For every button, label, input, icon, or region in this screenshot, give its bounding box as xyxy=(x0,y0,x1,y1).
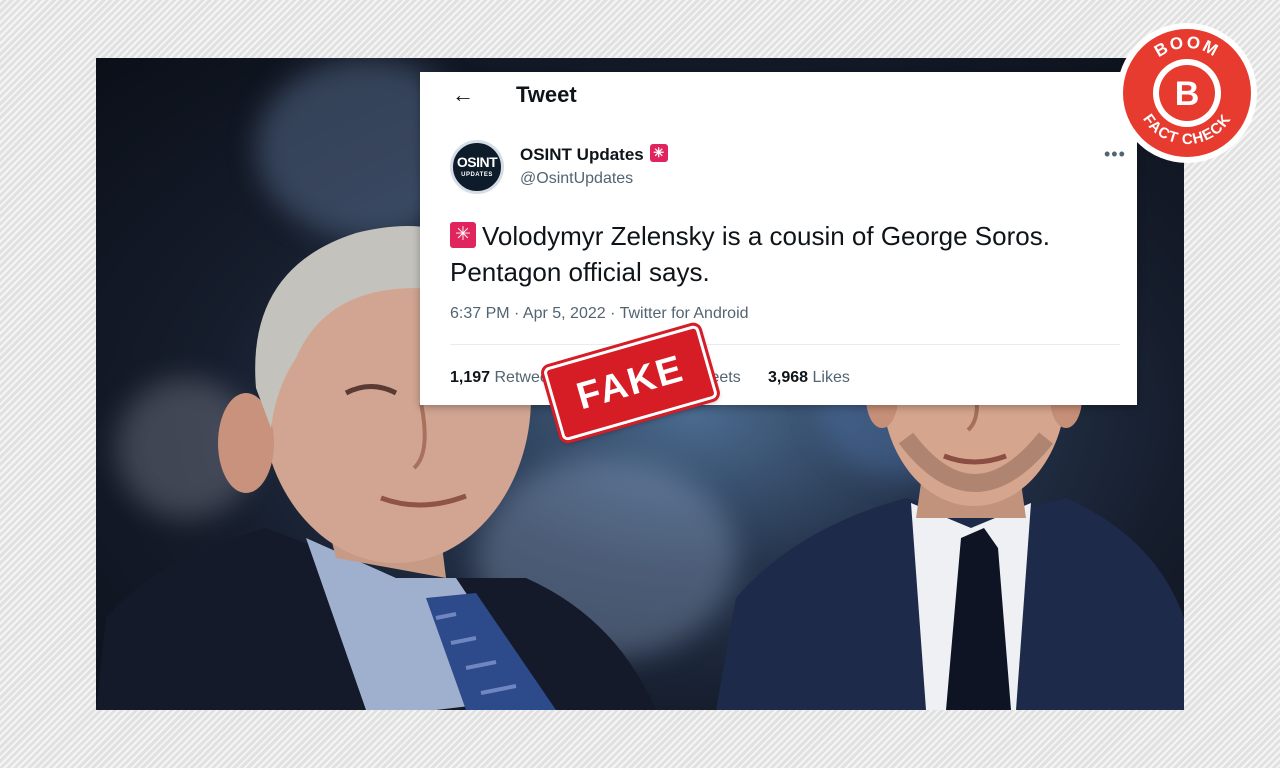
tweet-card: ← Tweet OSINT UPDATES OSINT Updates @Osi… xyxy=(420,72,1137,405)
avatar-subtext: UPDATES xyxy=(461,172,493,178)
avatar[interactable]: OSINT UPDATES xyxy=(450,140,504,194)
siren-emoji-icon xyxy=(649,144,668,162)
back-arrow-icon[interactable]: ← xyxy=(452,84,474,106)
tweet-body: Volodymyr Zelensky is a cousin of George… xyxy=(450,218,1120,290)
retweets-count: 1,197 xyxy=(450,369,491,386)
avatar-text: OSINT xyxy=(456,154,498,170)
tweet-meta: 6:37 PM · Apr 5, 2022 · Twitter for Andr… xyxy=(450,305,749,322)
author-handle[interactable]: @OsintUpdates xyxy=(520,170,633,188)
likes-count: 3,968 xyxy=(768,369,809,386)
tweet-text: Volodymyr Zelensky is a cousin of George… xyxy=(450,221,1050,287)
likes-label: Likes xyxy=(812,369,850,386)
badge-letter: B xyxy=(1175,75,1200,113)
boom-fact-check-logo: B BOOM FACT CHECK xyxy=(1117,23,1257,163)
likes-stat[interactable]: 3,968 Likes xyxy=(768,369,850,387)
author-name-text: OSINT Updates xyxy=(520,145,644,164)
author-name[interactable]: OSINT Updates xyxy=(520,144,668,165)
tweet-header-title: Tweet xyxy=(516,82,577,107)
siren-emoji-icon xyxy=(450,222,476,248)
divider xyxy=(450,344,1120,345)
